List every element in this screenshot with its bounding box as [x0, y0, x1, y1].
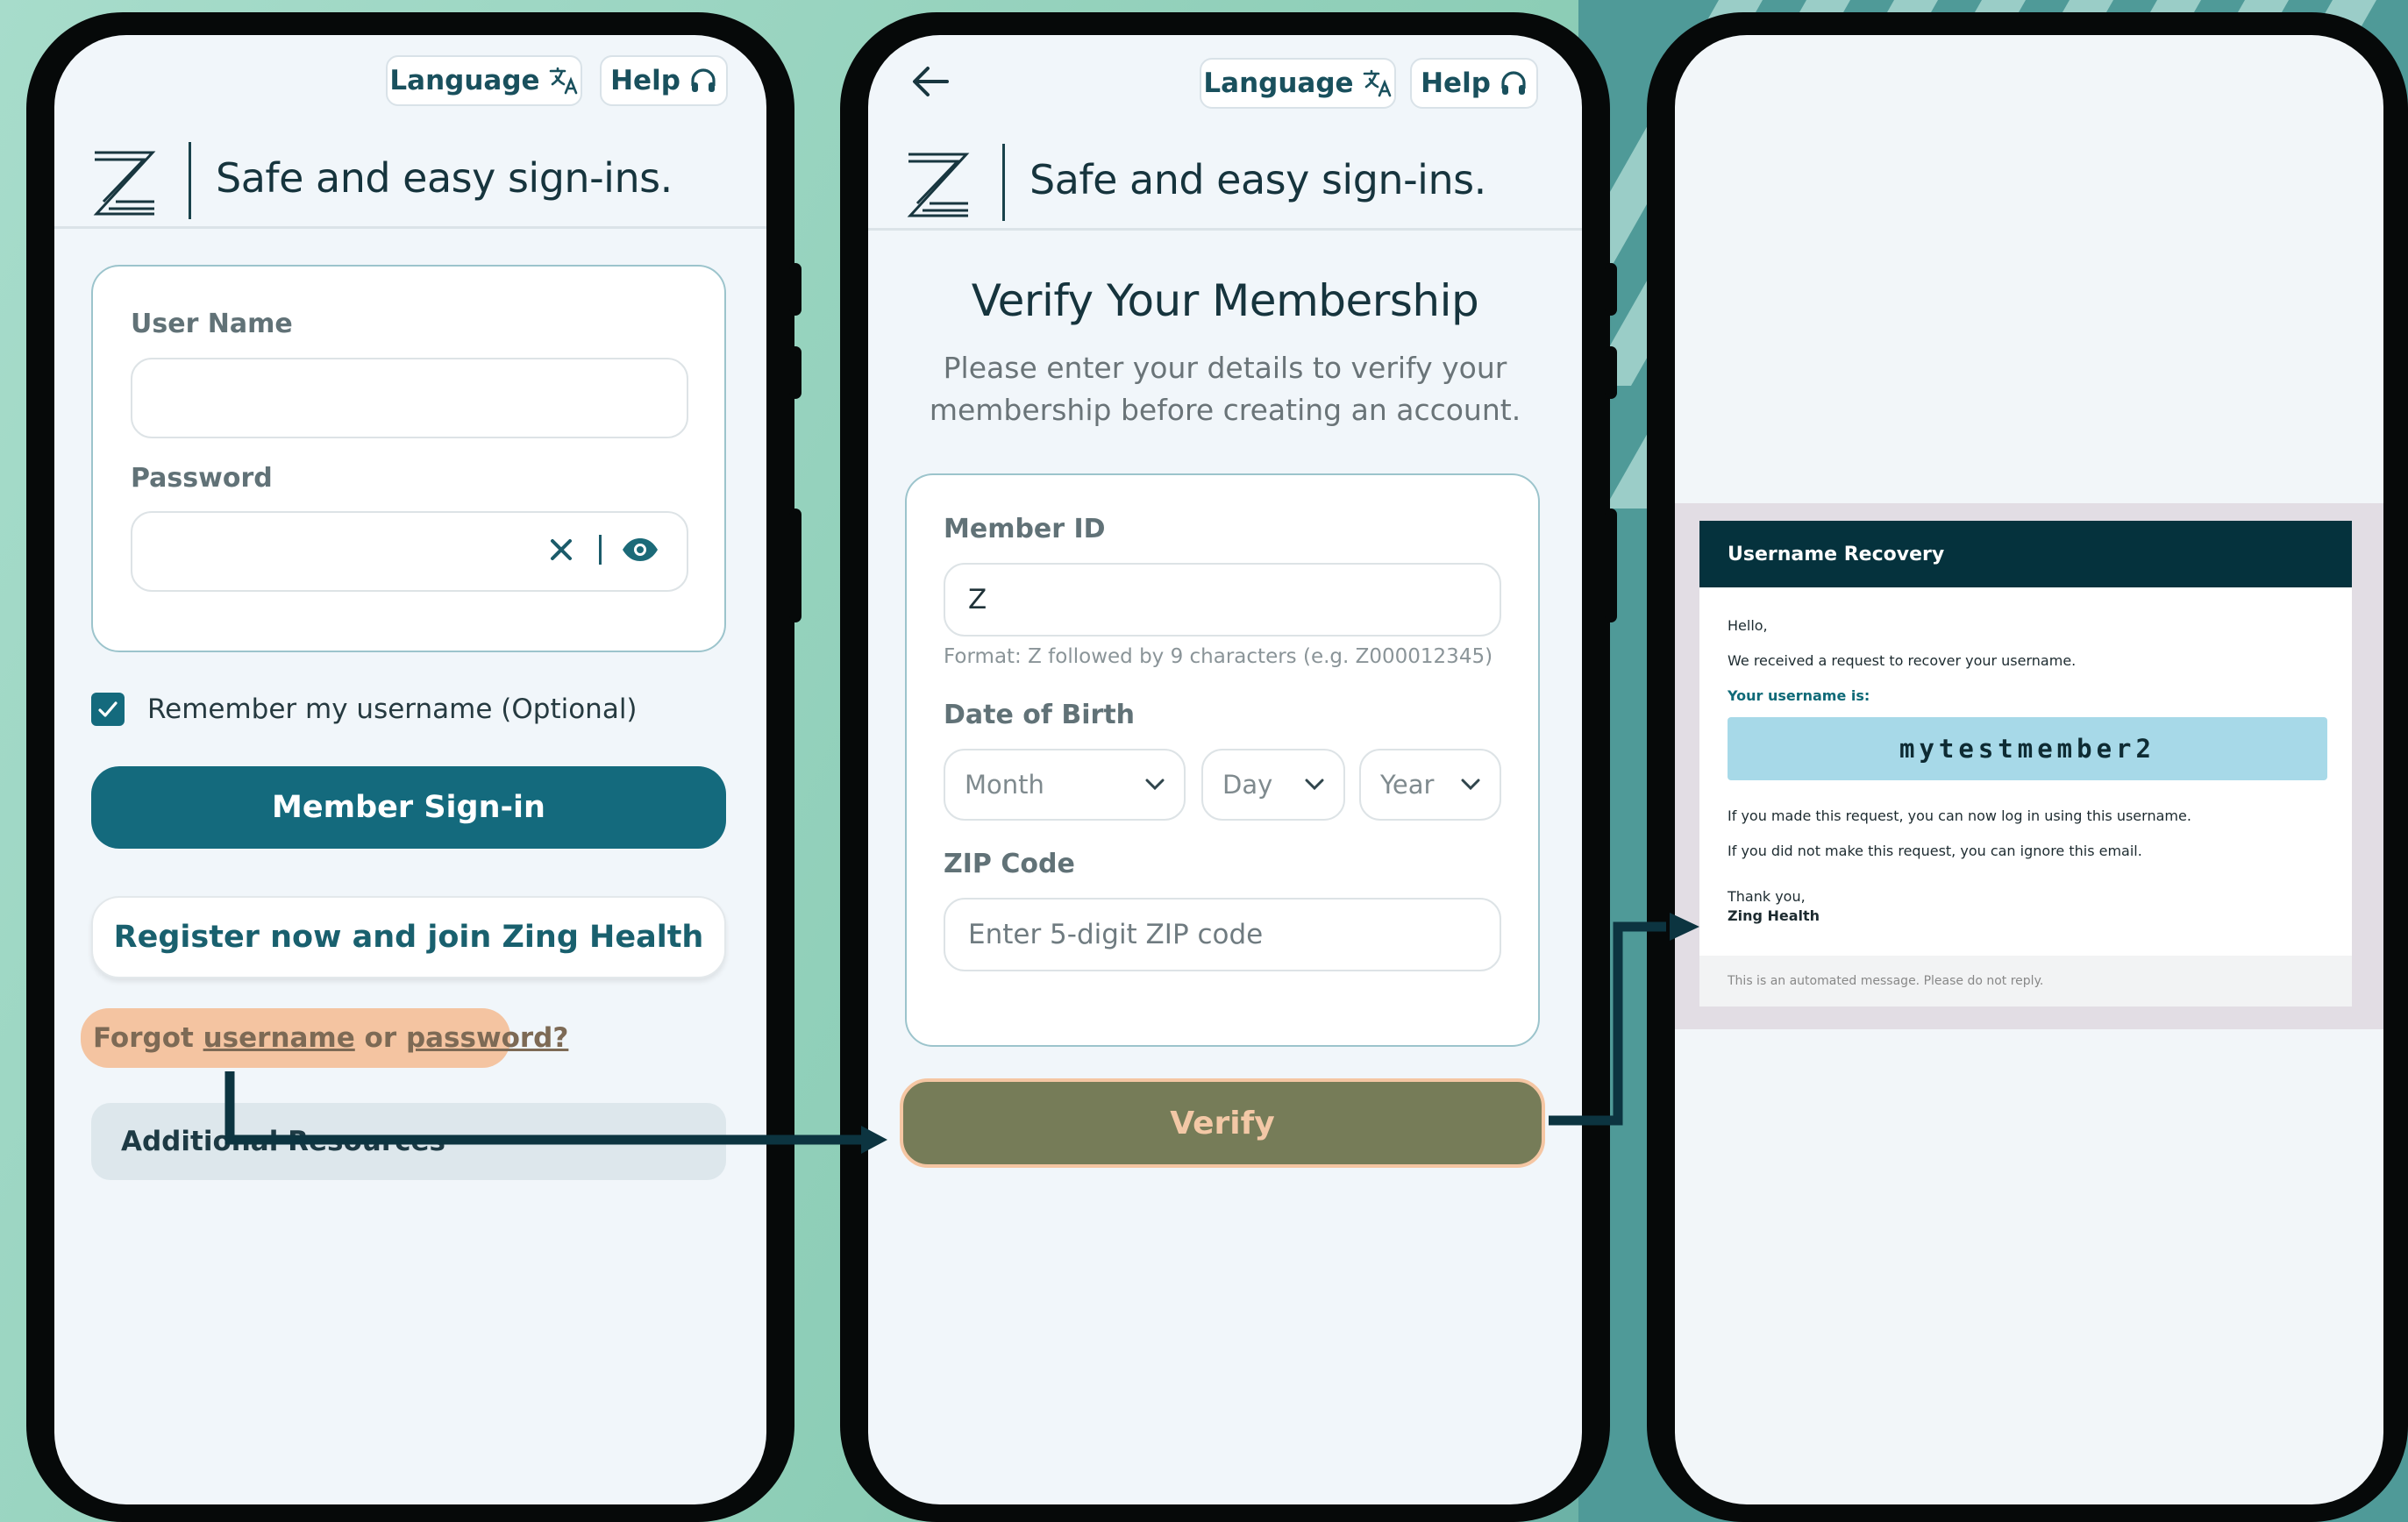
- password-input[interactable]: [131, 511, 688, 592]
- dob-label: Date of Birth: [944, 700, 1136, 730]
- zing-logo-icon: [907, 153, 970, 217]
- translate-icon: [1363, 69, 1391, 97]
- forgot-or: or: [354, 1022, 406, 1054]
- header-divider: [868, 228, 1582, 231]
- help-label: Help: [610, 65, 680, 96]
- remember-label: Remember my username (Optional): [147, 693, 638, 725]
- member-id-label: Member ID: [944, 514, 1106, 544]
- zip-label: ZIP Code: [944, 849, 1075, 879]
- zing-logo-icon: [93, 151, 156, 216]
- email-greeting: Hello,: [1728, 617, 1768, 634]
- verify-screen: Language Help Safe and easy sign-ins. Ve…: [868, 35, 1582, 1504]
- language-label: Language: [389, 65, 540, 96]
- email-username-label: Your username is:: [1728, 687, 1870, 704]
- email-header: Username Recovery: [1699, 521, 2352, 587]
- back-arrow-icon[interactable]: [912, 65, 949, 98]
- year-select[interactable]: Year: [1359, 749, 1501, 821]
- help-button[interactable]: Help: [1410, 58, 1538, 109]
- email-username-value: mytestmember2: [1728, 717, 2327, 780]
- tagline: Safe and easy sign-ins.: [1029, 156, 1486, 203]
- month-select[interactable]: Month: [944, 749, 1186, 821]
- month-placeholder: Month: [965, 770, 1044, 800]
- email-footer: This is an automated message. Please do …: [1699, 956, 2352, 1006]
- phone-side-button: [789, 346, 801, 399]
- member-id-hint: Format: Z followed by 9 characters (e.g.…: [944, 645, 1493, 668]
- password-label: Password: [131, 463, 273, 494]
- additional-resources-accordion[interactable]: Additional Resources: [91, 1103, 726, 1180]
- headphones-icon: [691, 68, 716, 92]
- checkbox-check-icon: [98, 701, 118, 717]
- forgot-password-link[interactable]: password?: [406, 1022, 568, 1054]
- member-signin-button[interactable]: Member Sign-in: [91, 766, 726, 849]
- email-line1: We received a request to recover your us…: [1728, 652, 2077, 669]
- day-placeholder: Day: [1222, 770, 1273, 800]
- register-button[interactable]: Register now and join Zing Health: [91, 896, 726, 978]
- help-label: Help: [1421, 68, 1491, 99]
- logo-divider: [189, 142, 191, 219]
- forgot-username-link[interactable]: username: [203, 1022, 355, 1054]
- member-id-input[interactable]: Z: [944, 563, 1501, 637]
- translate-icon: [549, 67, 577, 95]
- tagline: Safe and easy sign-ins.: [216, 154, 673, 202]
- help-button[interactable]: Help: [600, 55, 728, 106]
- username-input[interactable]: [131, 358, 688, 438]
- email-thanks: Thank you,: [1728, 888, 1806, 905]
- year-placeholder: Year: [1380, 770, 1435, 800]
- chevron-down-icon: [1305, 779, 1324, 791]
- remember-checkbox[interactable]: [91, 693, 125, 726]
- page-subtitle-line2: membership before creating an account.: [929, 393, 1521, 427]
- additional-resources-label: Additional Resources: [121, 1126, 446, 1157]
- page-subtitle-line1: Please enter your details to verify your: [943, 351, 1507, 385]
- chevron-down-icon: [1145, 779, 1165, 791]
- chevron-down-icon: [1461, 779, 1480, 791]
- zip-input[interactable]: Enter 5-digit ZIP code: [944, 898, 1501, 971]
- forgot-credentials: Forgot username or password?: [81, 1008, 568, 1068]
- email-line2: If you made this request, you can now lo…: [1728, 807, 2191, 824]
- phone-side-button: [1605, 263, 1617, 316]
- email-line3: If you did not make this request, you ca…: [1728, 843, 2142, 859]
- headphones-icon: [1501, 71, 1526, 95]
- email-signature: Zing Health: [1728, 907, 1820, 924]
- phone-side-button: [1605, 346, 1617, 399]
- logo-divider: [1002, 144, 1005, 221]
- signin-screen: Language Help Safe and easy sign-ins. Us…: [54, 35, 766, 1504]
- clear-icon[interactable]: [548, 537, 574, 563]
- username-label: User Name: [131, 309, 293, 339]
- email-screen: Username Recovery Hello, We received a r…: [1675, 35, 2383, 1504]
- language-button[interactable]: Language: [386, 55, 582, 106]
- phone-side-button: [789, 509, 801, 622]
- eye-icon[interactable]: [621, 537, 659, 563]
- page-title: Verify Your Membership: [971, 275, 1479, 326]
- password-icon-divider: [599, 535, 602, 565]
- header-divider: [54, 226, 766, 229]
- phone-side-button: [1605, 509, 1617, 622]
- day-select[interactable]: Day: [1201, 749, 1345, 821]
- verify-button[interactable]: Verify: [900, 1078, 1545, 1168]
- language-button[interactable]: Language: [1200, 58, 1396, 109]
- language-label: Language: [1203, 68, 1354, 99]
- forgot-prefix: Forgot: [93, 1022, 203, 1054]
- phone-side-button: [789, 263, 801, 316]
